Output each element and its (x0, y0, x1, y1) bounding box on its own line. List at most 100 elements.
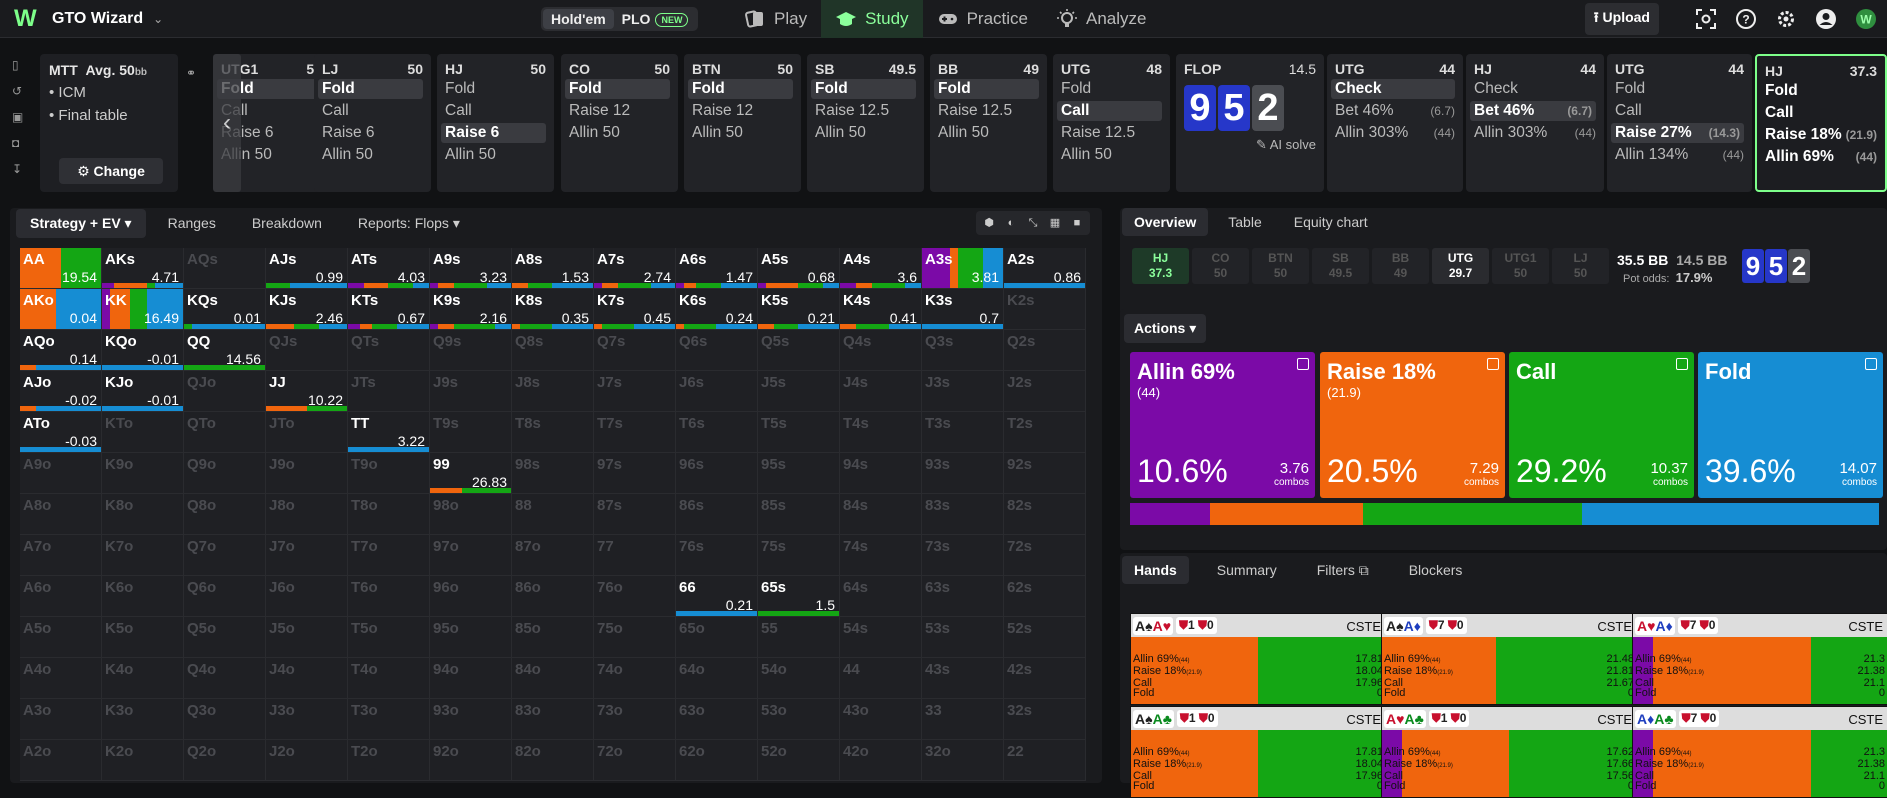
ai-solve-button[interactable]: ✎ AI solve (1184, 137, 1316, 153)
seat-hj[interactable]: HJ 37.3 (1132, 248, 1189, 284)
hand-cell[interactable]: AKo 0.04 (20, 289, 102, 330)
hand-cell[interactable]: KTo (102, 412, 184, 453)
hand-cell[interactable]: 96s (676, 453, 758, 494)
hand-cell[interactable]: J8o (266, 494, 348, 535)
hand-card[interactable]: A♠A♦ ⛊7 ⛊0 CSTE Allin 69%(44) 21.48 Raise 18%… (1381, 613, 1637, 705)
hand-cell[interactable]: 98o (430, 494, 512, 535)
tab-equity-chart[interactable]: Equity chart (1282, 208, 1380, 236)
nav-analyze[interactable]: Analyze (1042, 0, 1160, 38)
action-option[interactable]: Call (445, 101, 546, 121)
hand-cell[interactable]: T9o (348, 453, 430, 494)
hand-cell[interactable]: T8o (348, 494, 430, 535)
tab-reports-flops[interactable]: Reports: Flops ▾ (344, 209, 474, 238)
hand-cell[interactable]: 65o (676, 617, 758, 658)
hand-cell[interactable]: Q6o (184, 576, 266, 617)
gamepad-icon[interactable]: ◘ (12, 136, 32, 152)
hand-cell[interactable]: J4s (840, 371, 922, 412)
hand-cell[interactable]: 52o (758, 740, 840, 781)
action-option[interactable]: Fold (934, 79, 1039, 99)
hand-cell[interactable]: 74s (840, 535, 922, 576)
hand-cell[interactable]: J5s (758, 371, 840, 412)
position-card[interactable]: HJ 50 Fold Call Raise 6 Allin 50 (437, 54, 554, 192)
hand-cell[interactable]: KJo -0.01 (102, 371, 184, 412)
hand-cell[interactable]: ATs 4.03 (348, 248, 430, 289)
hand-cell[interactable]: 44 (840, 658, 922, 699)
hand-card[interactable]: A♦A♣ ⛊7 ⛊0 CSTE Allin 69%(44) 21.3 Raise 18%(… (1632, 706, 1887, 798)
details-icon[interactable] (1297, 358, 1309, 370)
hand-cell[interactable]: 53o (758, 699, 840, 740)
hand-cell[interactable]: KJs 2.46 (266, 289, 348, 330)
hand-cell[interactable]: J9s (430, 371, 512, 412)
postflop-card[interactable]: HJ 37.3 Fold Call Raise 18% (21.9) Allin 69% (4… (1755, 54, 1887, 192)
hand-cell[interactable]: T5s (758, 412, 840, 453)
gear-icon[interactable] (1775, 8, 1797, 30)
hand-cell[interactable]: K2s (1004, 289, 1086, 330)
tab-table[interactable]: Table (1216, 208, 1273, 236)
action-option[interactable]: Fold (1615, 79, 1744, 99)
hand-cell[interactable]: 76s (676, 535, 758, 576)
hand-cell[interactable]: 42s (1004, 658, 1086, 699)
action-option[interactable]: Fold (445, 79, 546, 99)
hand-cell[interactable]: AJs 0.99 (266, 248, 348, 289)
upload-button[interactable]: ⭱ Upload (1584, 3, 1659, 35)
chevron-down-icon[interactable]: ⌄ (153, 12, 163, 26)
hand-cell[interactable]: 87s (594, 494, 676, 535)
hand-cell[interactable]: K5s 0.21 (758, 289, 840, 330)
action-option[interactable]: Bet 46% (6.7) (1470, 101, 1596, 121)
hand-cell[interactable]: Q2o (184, 740, 266, 781)
hand-cell[interactable]: 66 0.21 (676, 576, 758, 617)
action-option[interactable]: Call (1765, 103, 1877, 123)
hand-cell[interactable]: 95s (758, 453, 840, 494)
hand-cell[interactable]: AQs (184, 248, 266, 289)
tab-ranges[interactable]: Ranges (154, 209, 230, 237)
hand-cell[interactable]: Q8o (184, 494, 266, 535)
postflop-card[interactable]: HJ 44 Check Bet 46% (6.7) Allin 303% (44) (1466, 54, 1604, 192)
hand-cell[interactable]: K7o (102, 535, 184, 576)
hand-cell[interactable]: JJ 10.22 (266, 371, 348, 412)
action-option[interactable]: Fold (318, 79, 423, 99)
hand-cell[interactable]: 86o (512, 576, 594, 617)
hand-cell[interactable]: K6s 0.24 (676, 289, 758, 330)
hand-cell[interactable]: T4s (840, 412, 922, 453)
hand-cell[interactable]: 85s (758, 494, 840, 535)
hand-cell[interactable]: T2o (348, 740, 430, 781)
hand-cell[interactable]: KK 16.49 (102, 289, 184, 330)
contrast-view-icon[interactable]: ◐ (1000, 213, 1022, 233)
hand-cell[interactable]: A5o (20, 617, 102, 658)
seat-utg[interactable]: UTG 29.7 (1432, 248, 1489, 284)
cube-view-icon[interactable]: ⬢ (978, 213, 1000, 233)
brand-name[interactable]: GTO Wizard (52, 10, 143, 28)
details-icon[interactable] (1676, 358, 1688, 370)
hand-cell[interactable]: 55 (758, 617, 840, 658)
action-option[interactable]: Call (322, 101, 423, 121)
hand-cell[interactable]: 74o (594, 658, 676, 699)
hand-cell[interactable]: 64o (676, 658, 758, 699)
hand-cell[interactable]: AQo 0.14 (20, 330, 102, 371)
action-card[interactable]: Fold 39.6% 14.07 combos (1698, 352, 1883, 498)
hand-cell[interactable]: T4o (348, 658, 430, 699)
action-option[interactable]: Call (1615, 101, 1744, 121)
hand-cell[interactable]: Q8s (512, 330, 594, 371)
hand-cell[interactable]: 76o (594, 576, 676, 617)
hand-cell[interactable]: 42o (840, 740, 922, 781)
action-option[interactable]: Raise 18% (21.9) (1765, 125, 1877, 145)
action-option[interactable]: Allin 50 (322, 145, 423, 165)
hand-card[interactable]: A♥A♦ ⛊7 ⛊0 CSTE Allin 69%(44) 21.3 Raise 18%(… (1632, 613, 1887, 705)
hand-cell[interactable]: QJo (184, 371, 266, 412)
hand-cell[interactable]: 84o (512, 658, 594, 699)
action-card[interactable]: Call 29.2% 10.37 combos (1509, 352, 1694, 498)
hand-cell[interactable]: J3s (922, 371, 1004, 412)
hand-cell[interactable]: K6o (102, 576, 184, 617)
seat-bb[interactable]: BB 49 (1372, 248, 1429, 284)
hand-cell[interactable]: QTs (348, 330, 430, 371)
hand-cell[interactable]: Q2s (1004, 330, 1086, 371)
link-icon[interactable]: ⚭ (186, 66, 196, 80)
hand-cell[interactable]: 73o (594, 699, 676, 740)
position-card[interactable]: BTN 50 Fold Raise 12 Allin 50 (684, 54, 801, 192)
nav-study[interactable]: Study (821, 0, 923, 38)
hand-card[interactable]: A♥A♣ ⛊1 ⛊0 CSTE Allin 69%(44) 17.62 Raise 18%… (1381, 706, 1637, 798)
hand-cell[interactable]: T3o (348, 699, 430, 740)
nav-practice[interactable]: Practice (923, 0, 1042, 38)
hand-cell[interactable]: J6o (266, 576, 348, 617)
screenshot-icon[interactable] (1695, 8, 1717, 30)
